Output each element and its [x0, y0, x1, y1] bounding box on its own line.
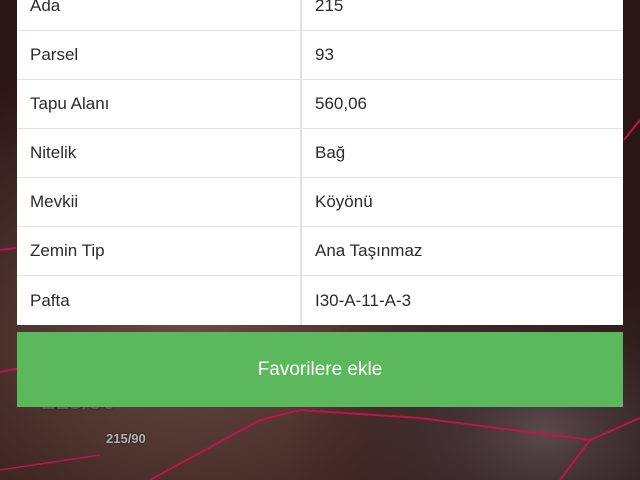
row-value: 93 [315, 45, 334, 64]
add-to-favorites-button[interactable]: Favorilere ekle [17, 332, 623, 407]
row-value: I30-A-11-A-3 [315, 290, 412, 310]
table-row: Parsel 93 [17, 31, 623, 80]
row-value: Ana Taşınmaz [315, 241, 423, 260]
row-key: Nitelik [17, 129, 302, 177]
row-key: Ada [17, 0, 302, 30]
table-row: Pafta I30-A-11-A-3 [17, 276, 623, 325]
row-key: Pafta [17, 276, 302, 325]
row-value: 560,06 [315, 94, 367, 113]
row-value: 215 [315, 0, 344, 15]
parcel-info-table: Ada 215 Parsel 93 Tapu Alanı 560,06 Nite… [17, 0, 623, 325]
row-key: Zemin Tip [17, 227, 302, 275]
table-row: Zemin Tip Ana Taşınmaz [17, 227, 623, 276]
parcel-label: 215/90 [106, 431, 146, 446]
row-key: Tapu Alanı [17, 80, 302, 128]
table-row: Ada 215 [17, 0, 623, 31]
table-row: Nitelik Bağ [17, 129, 623, 178]
row-key: Mevkii [17, 178, 302, 226]
row-value: Bağ [315, 143, 346, 162]
table-row: Mevkii Köyönü [17, 178, 623, 227]
map-screen: 215/90 215/90 Ada 215 Parsel 93 Tapu Ala… [0, 0, 640, 480]
table-row: Tapu Alanı 560,06 [17, 80, 623, 129]
row-value: Köyönü [315, 192, 373, 211]
row-key: Parsel [17, 31, 302, 79]
